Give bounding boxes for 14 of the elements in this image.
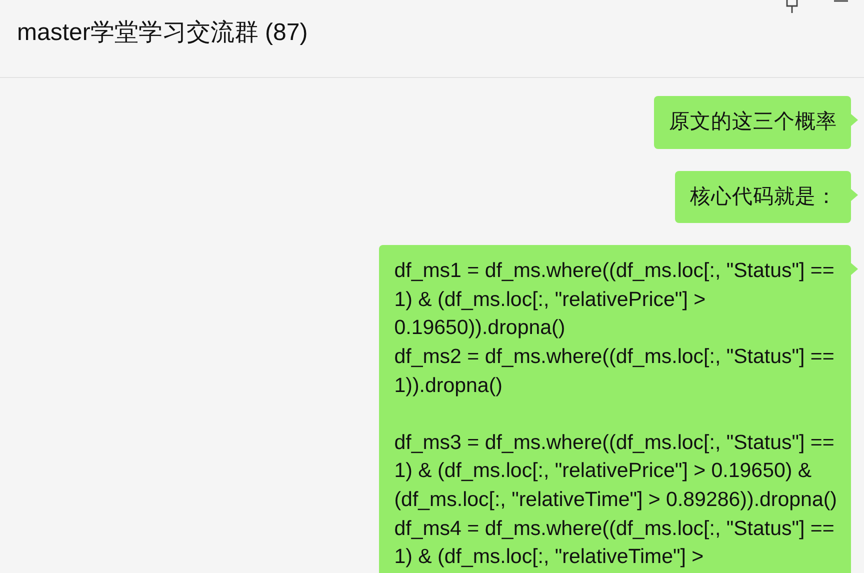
message-text: 原文的这三个概率 <box>669 109 837 135</box>
pin-icon[interactable] <box>784 0 800 14</box>
message-text: df_ms1 = df_ms.where((df_ms.loc[:, "Status"] == <box>394 258 836 284</box>
message-text: df_ms4 = df_ms.where((df_ms.loc[:, "Status"] == <box>394 516 836 542</box>
message-text: 核心代码就是： <box>690 184 837 210</box>
message-text: df_ms3 = df_ms.where((df_ms.loc[:, "Status"] == <box>394 430 836 456</box>
message-text: df_ms2 = df_ms.where((df_ms.loc[:, "Status"] == <box>394 344 836 370</box>
window-title: master学堂学习交流群 (87) <box>17 18 308 48</box>
message-text: 1) & (df_ms.loc[:, "relativeTime"] > <box>394 544 705 570</box>
message-text: (df_ms.loc[:, "relativeTime"] > 0.89286)).dropna() <box>394 486 837 513</box>
message-text: 1) & (df_ms.loc[:, "relativePrice"] > <box>394 286 707 313</box>
message-text: 0.19650)).dropna() <box>394 315 566 342</box>
message-text: 1)).dropna() <box>394 372 504 399</box>
message-text: 1) & (df_ms.loc[:, "relativePrice"] > 0.19650) & <box>394 458 813 484</box>
